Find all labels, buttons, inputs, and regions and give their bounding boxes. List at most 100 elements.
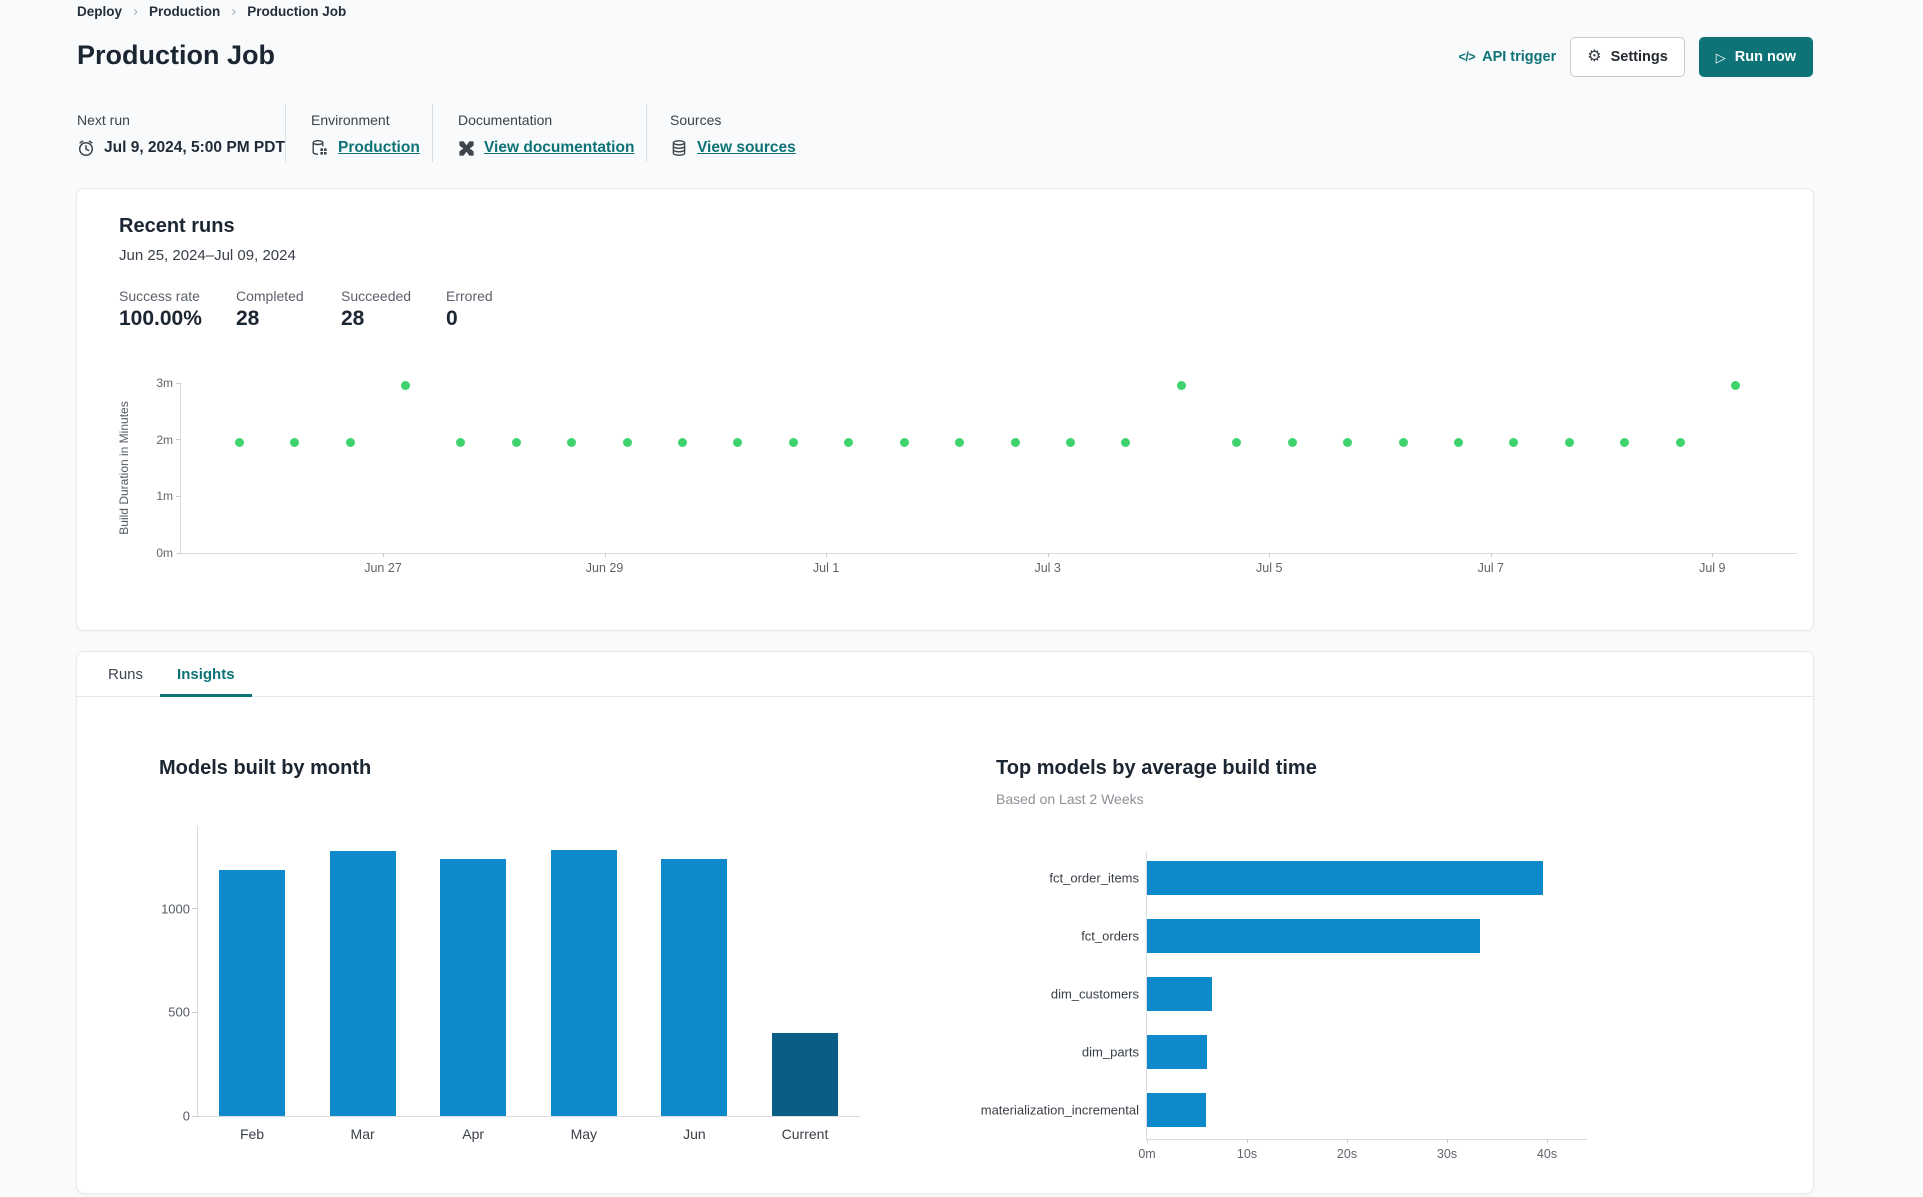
sources-section: Sources View sources: [670, 112, 796, 157]
y-tick: [176, 552, 181, 554]
run-success-dot[interactable]: [1564, 438, 1574, 447]
run-success-dot[interactable]: [1121, 438, 1131, 447]
run-now-label: Run now: [1734, 49, 1796, 65]
run-success-dot[interactable]: [1620, 438, 1630, 447]
x-category-label: May: [570, 1126, 598, 1142]
y-tick: [192, 908, 198, 910]
top-models-chart: 0m 10s 20s 30s 40s fct_order_items fct_orders d…: [981, 852, 1587, 1161]
run-success-dot[interactable]: [678, 438, 688, 447]
x-tick: [1347, 1139, 1348, 1143]
bar-mar: [329, 850, 396, 1116]
x-tick: [1147, 1139, 1148, 1143]
view-documentation-link[interactable]: View documentation: [484, 139, 634, 157]
run-success-dot[interactable]: [1398, 438, 1408, 447]
run-success-dot[interactable]: [1453, 438, 1463, 447]
run-success-dot[interactable]: [400, 381, 410, 391]
next-run-label: Next run: [77, 112, 130, 128]
y-tick-label: 500: [168, 1004, 190, 1020]
run-success-dot[interactable]: [788, 438, 798, 447]
x-tick: [1247, 1139, 1248, 1143]
x-tick-label: Jun 27: [364, 561, 402, 575]
run-success-dot[interactable]: [733, 438, 743, 447]
stat-succeeded: Succeeded 28: [341, 288, 446, 331]
run-success-dot[interactable]: [622, 438, 632, 447]
documentation-section: Documentation View documentation: [458, 112, 634, 157]
stat-value: 28: [236, 307, 260, 330]
chevron-right-icon: ›: [231, 3, 237, 20]
y-tick: [176, 495, 181, 497]
run-success-dot[interactable]: [234, 438, 244, 447]
bar-feb: [219, 869, 285, 1116]
code-icon: </>: [1458, 50, 1476, 64]
run-success-dot[interactable]: [1176, 381, 1186, 391]
stat-label: Success rate: [119, 288, 200, 304]
x-tick-label: 10s: [1236, 1147, 1258, 1161]
tab-insights[interactable]: Insights: [160, 652, 252, 697]
y-tick-label: 1m: [156, 489, 173, 504]
bar-may: [550, 849, 617, 1116]
divider: [285, 104, 286, 162]
database-icon: [670, 139, 688, 157]
run-now-button[interactable]: ▷ Run now: [1698, 37, 1813, 77]
documentation-label: Documentation: [458, 112, 553, 128]
view-sources-link[interactable]: View sources: [697, 139, 796, 157]
x-category-label: Current: [781, 1126, 829, 1142]
run-success-dot[interactable]: [955, 438, 965, 447]
run-success-dot[interactable]: [511, 438, 521, 447]
run-success-dot[interactable]: [1343, 438, 1353, 447]
bar-fct_orders: [1147, 919, 1480, 953]
api-trigger-link[interactable]: </> API trigger: [1459, 49, 1557, 65]
stat-value: 0: [446, 307, 458, 330]
run-success-dot[interactable]: [290, 438, 300, 447]
bar-fct_order_items: [1147, 861, 1543, 895]
top-models-title: Top models by average build time: [996, 757, 1317, 779]
run-success-dot[interactable]: [1731, 381, 1741, 391]
recent-runs-title: Recent runs: [119, 215, 235, 237]
bar-jun: [661, 859, 728, 1116]
chevron-right-icon: ›: [133, 3, 139, 20]
y-tick-label: 0m: [156, 546, 173, 560]
run-success-dot[interactable]: [1232, 438, 1242, 447]
clock-icon: [77, 139, 95, 157]
run-success-dot[interactable]: [456, 438, 466, 447]
run-success-dot[interactable]: [844, 438, 854, 447]
sources-label: Sources: [670, 112, 722, 128]
settings-button[interactable]: ⚙ Settings: [1570, 37, 1685, 77]
x-tick: [1047, 553, 1049, 557]
y-tick-label: 0: [182, 1108, 190, 1124]
divider: [646, 104, 647, 162]
bar-dim_customers: [1147, 977, 1212, 1011]
x-tick-label: 20s: [1336, 1147, 1358, 1161]
x-tick-label: Jul 9: [1699, 561, 1726, 575]
run-success-dot[interactable]: [345, 438, 355, 447]
next-run-section: Next run Jul 9, 2024, 5:00 PM PDT: [77, 112, 285, 157]
recent-runs-card: Recent runs Jun 25, 2024–Jul 09, 2024 Su…: [76, 188, 1814, 631]
run-success-dot[interactable]: [1066, 438, 1076, 447]
run-success-dot[interactable]: [567, 438, 577, 447]
run-success-dot[interactable]: [1287, 438, 1297, 447]
environment-link[interactable]: Production: [338, 139, 420, 157]
x-tick-label: Jul 7: [1477, 561, 1504, 575]
build-duration-y-axis-label: Build Duration in Minutes: [117, 401, 131, 535]
stat-label: Completed: [236, 288, 304, 304]
x-tick: [1547, 1139, 1548, 1143]
models-by-month-title: Models built by month: [159, 757, 372, 779]
run-success-dot[interactable]: [1010, 438, 1020, 447]
settings-label: Settings: [1610, 49, 1668, 65]
breadcrumb-item-deploy[interactable]: Deploy: [77, 4, 122, 19]
y-tick-label: 1000: [161, 901, 190, 917]
run-success-dot[interactable]: [1675, 438, 1685, 447]
y-category-label: fct_orders: [1081, 928, 1139, 944]
x-tick-label: 30s: [1436, 1147, 1458, 1161]
breadcrumb: Deploy › Production › Production Job: [77, 4, 346, 19]
run-success-dot[interactable]: [899, 438, 909, 447]
x-tick-label: Jun 29: [585, 561, 624, 575]
production-job-page: Deploy › Production › Production Job Product…: [0, 0, 1923, 1197]
y-tick: [192, 1011, 198, 1013]
x-tick: [383, 553, 384, 557]
run-success-dot[interactable]: [1509, 438, 1519, 447]
tab-runs[interactable]: Runs: [91, 652, 160, 696]
x-tick-label: Jul 5: [1256, 561, 1283, 575]
breadcrumb-item-production[interactable]: Production: [149, 4, 220, 19]
x-category-label: Jun: [683, 1126, 706, 1142]
